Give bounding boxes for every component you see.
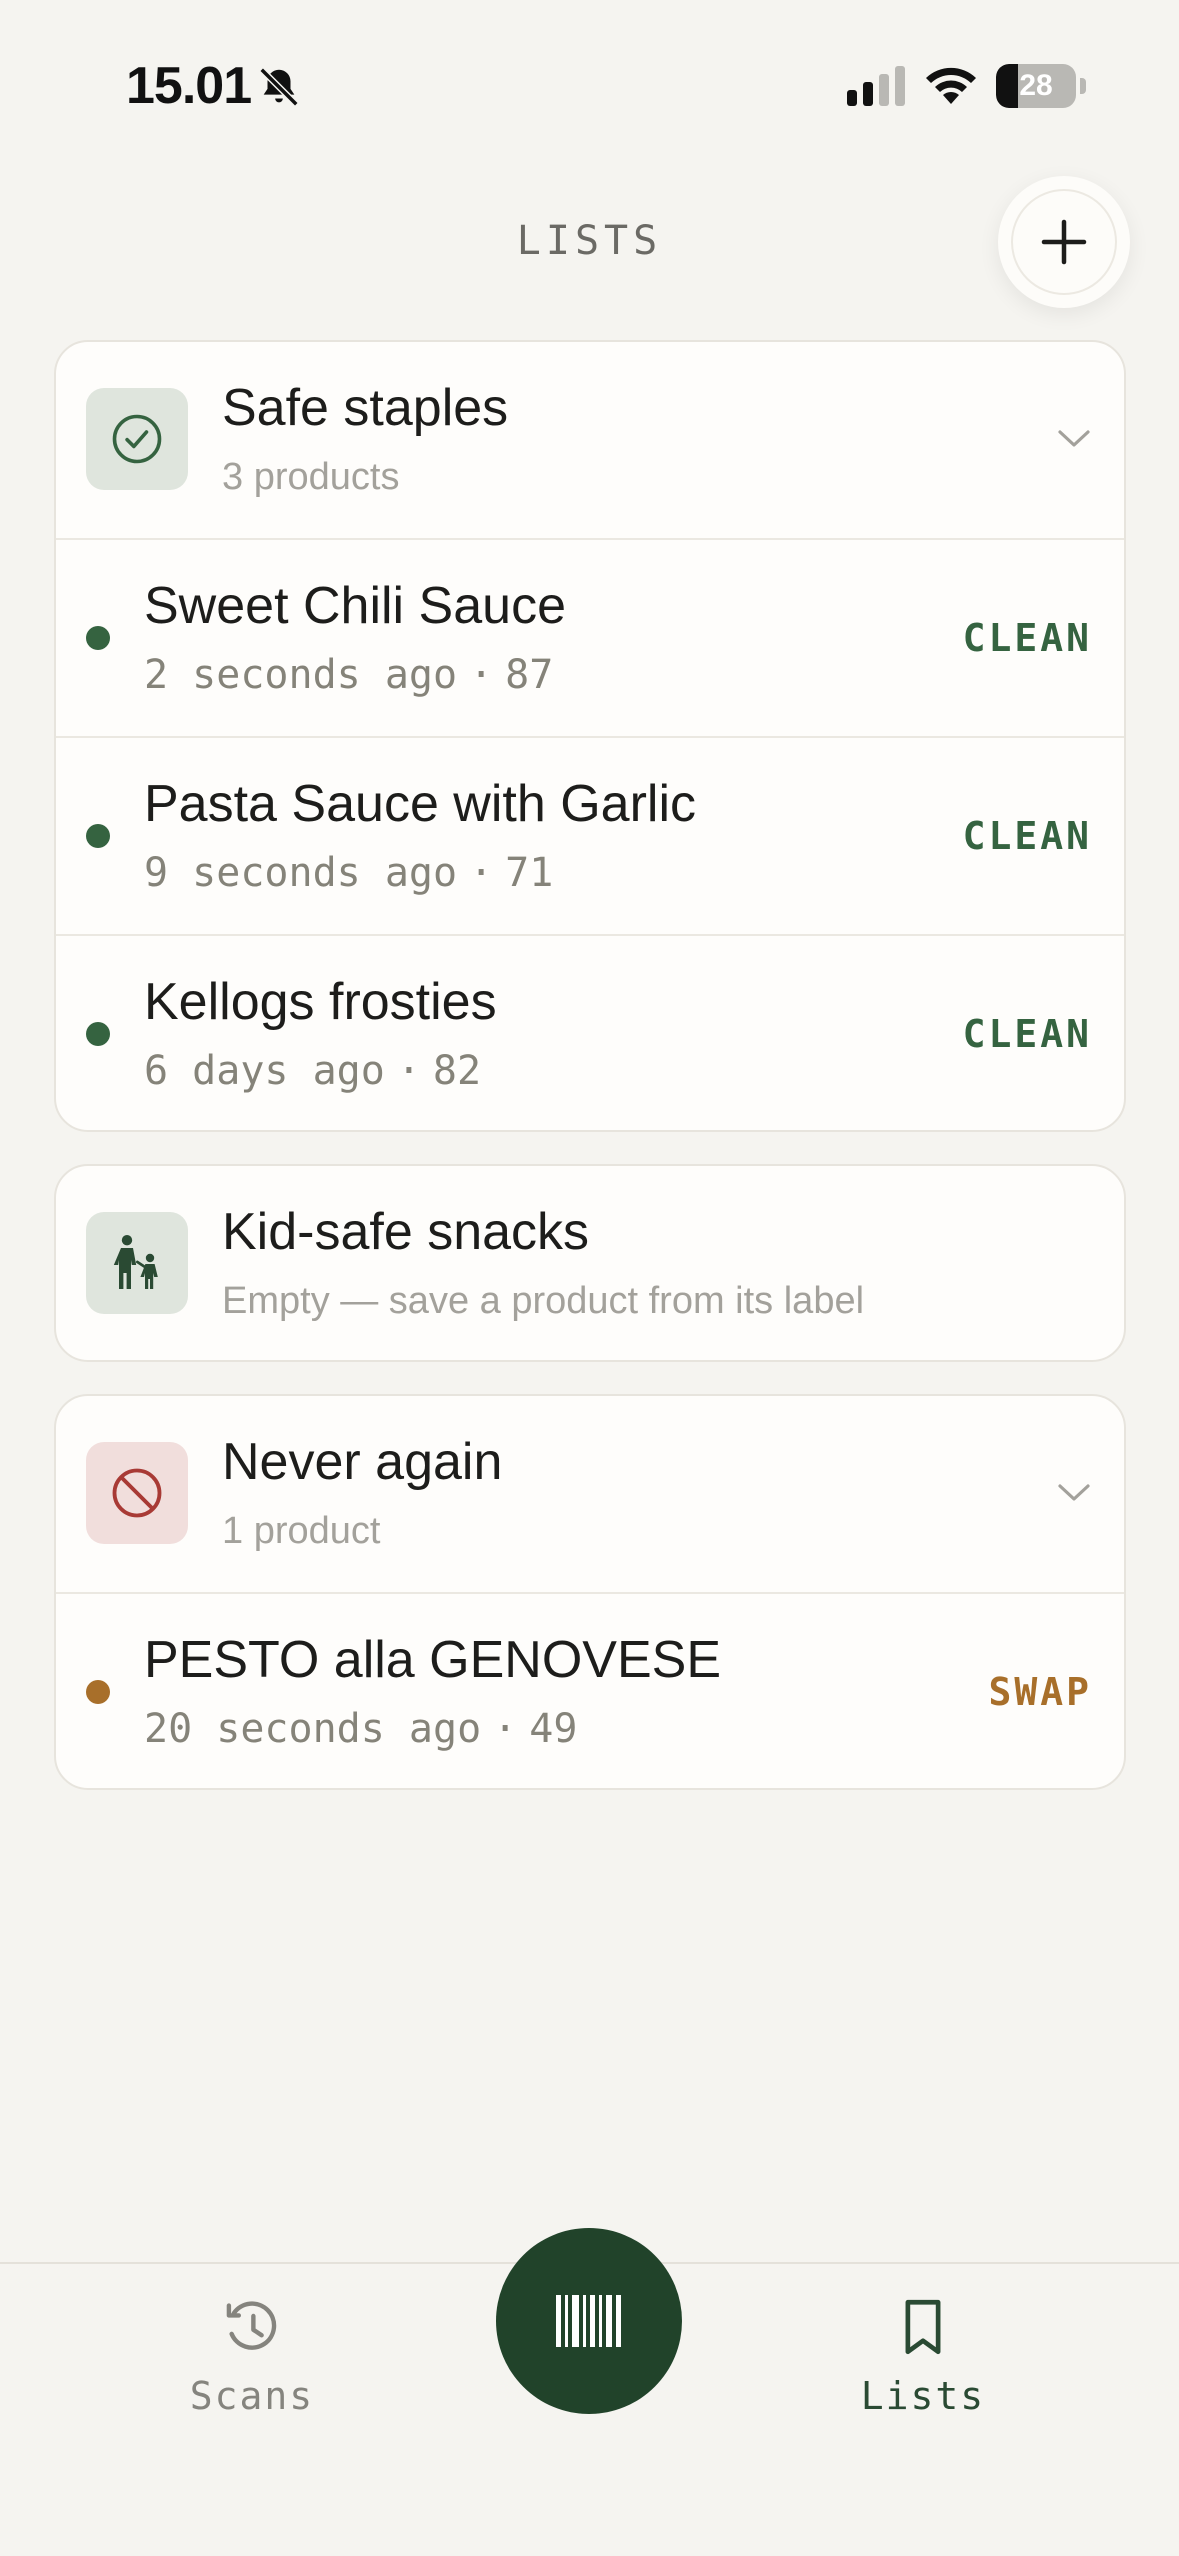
bell-slash-icon [259,67,299,107]
product-name: Kellogs frosties [144,973,497,1031]
product-meta: 9 seconds ago · 71 [144,850,553,896]
product-name: Sweet Chili Sauce [144,577,566,635]
meta-separator: · [469,850,494,896]
parent-child-icon [113,1235,158,1289]
meta-separator: · [469,652,494,698]
meta-separator: · [396,1048,421,1094]
verdict-badge: CLEAN [962,616,1092,660]
add-list-button[interactable] [998,176,1130,308]
status-dot [86,1022,110,1046]
product-row[interactable]: Sweet Chili Sauce 2 seconds ago · 87 CLEAN [56,538,1124,736]
plus-icon [1041,219,1087,265]
scan-time: 20 seconds ago [144,1706,482,1752]
nav-label-scans: Scans [189,2374,315,2418]
check-circle-icon [112,414,162,464]
status-bar: 15.01 28 [0,0,1179,150]
battery-level: 28 [1019,69,1053,102]
status-time: 15.01 [126,57,252,115]
list-header[interactable]: Never again 1 product [56,1396,1124,1592]
bookmark-icon [905,2299,941,2355]
list-name: Never again [222,1433,503,1491]
list-empty-hint: Empty — save a product from its label [222,1280,865,1322]
product-row[interactable]: Kellogs frosties 6 days ago · 82 CLEAN [56,934,1124,1130]
product-row[interactable]: Pasta Sauce with Garlic 9 seconds ago · 71… [56,736,1124,934]
list-count: 1 product [222,1510,381,1552]
status-dot [86,626,110,650]
list-card-never-again: Never again 1 product PESTO alla GENOVES… [54,1394,1126,1790]
product-meta: 20 seconds ago · 49 [144,1706,577,1752]
barcode-icon [556,2295,621,2347]
product-score: 87 [505,652,554,698]
scan-barcode-button[interactable] [496,2228,682,2414]
product-meta: 6 days ago · 82 [144,1048,481,1094]
nav-tab-scans[interactable]: Scans [152,2294,352,2418]
scan-time: 2 seconds ago [144,652,458,698]
lists-screen: 15.01 28 LISTS Safe staples 3 products S… [0,0,1179,2556]
list-name: Kid-safe snacks [222,1203,590,1261]
list-card-kid-safe-snacks: Kid-safe snacks Empty — save a product f… [54,1164,1126,1362]
list-card-safe-staples: Safe staples 3 products Sweet Chili Sauc… [54,340,1126,1132]
battery-icon: 28 [996,64,1086,108]
scan-time: 6 days ago [144,1048,385,1094]
wifi-icon [926,67,976,104]
list-count: 3 products [222,456,400,498]
chevron-down-icon[interactable] [1054,1472,1094,1512]
cellular-signal-icon [847,66,905,106]
chevron-down-icon[interactable] [1054,418,1094,458]
verdict-badge: CLEAN [962,1012,1092,1056]
product-row[interactable]: PESTO alla GENOVESE 20 seconds ago · 49 SW… [56,1592,1124,1788]
list-name: Safe staples [222,379,509,437]
product-meta: 2 seconds ago · 87 [144,652,553,698]
nav-label-lists: Lists [860,2374,986,2418]
product-name: PESTO alla GENOVESE [144,1631,722,1689]
product-score: 71 [505,850,554,896]
meta-separator: · [493,1706,518,1752]
status-dot [86,1680,110,1704]
product-score: 82 [432,1048,482,1094]
verdict-badge: SWAP [988,1670,1092,1714]
nav-tab-lists[interactable]: Lists [823,2294,1023,2418]
list-header[interactable]: Kid-safe snacks Empty — save a product f… [56,1166,1124,1360]
prohibited-icon [112,1468,162,1518]
list-header[interactable]: Safe staples 3 products [56,342,1124,538]
verdict-badge: CLEAN [962,814,1092,858]
history-clock-icon [226,2301,277,2350]
scan-time: 9 seconds ago [144,850,458,896]
product-score: 49 [529,1706,578,1752]
product-name: Pasta Sauce with Garlic [144,775,697,833]
status-dot [86,824,110,848]
